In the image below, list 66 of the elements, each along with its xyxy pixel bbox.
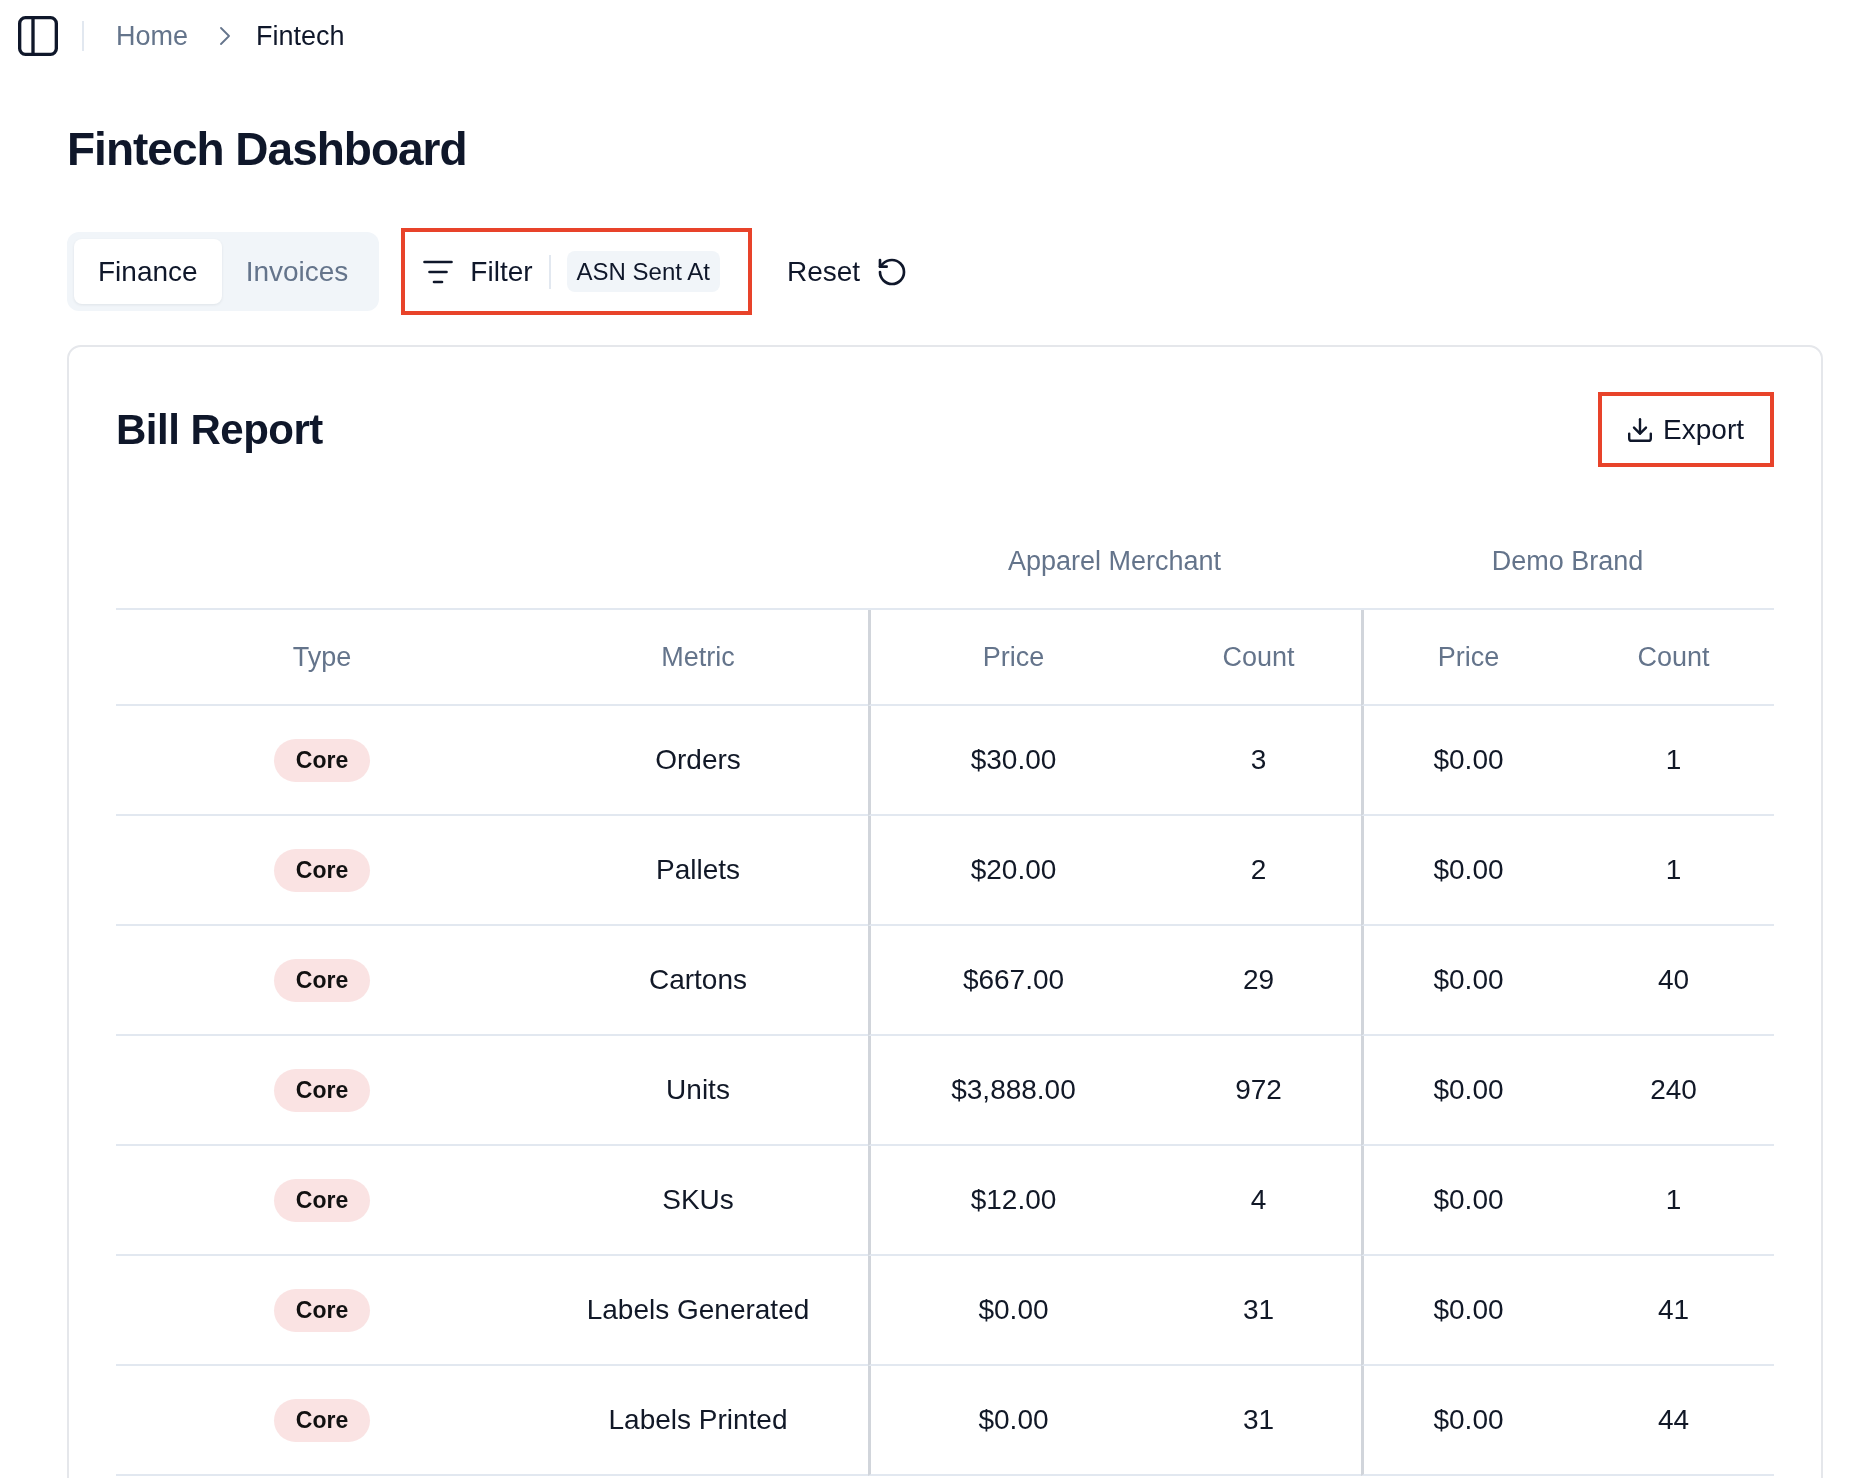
sidebar-toggle-button[interactable] [18, 16, 58, 56]
filter-button[interactable]: Filter [423, 255, 533, 288]
cell-value: $0.00 [978, 1404, 1049, 1436]
cell-value: 972 [1235, 1074, 1282, 1106]
cell-value: $667.00 [962, 964, 1065, 996]
type-badge: Core [273, 1398, 371, 1442]
column-header: Count [1222, 641, 1295, 673]
metric-name: Pallets [655, 854, 740, 886]
type-badge: Core [273, 738, 371, 782]
type-badge: Core [273, 958, 371, 1002]
breadcrumb-link[interactable]: Home [116, 19, 189, 53]
reset-icon [878, 257, 907, 286]
cell-value: $0.00 [1433, 1404, 1504, 1436]
cell-value: 29 [1242, 964, 1275, 996]
column-header: Price [982, 641, 1045, 673]
column-group-header: Demo Brand [1491, 546, 1644, 577]
column-header: Type [292, 641, 352, 673]
cell-value: $3,888.00 [951, 1074, 1076, 1106]
cell-value: 40 [1657, 964, 1690, 996]
reset-button[interactable]: Reset [787, 255, 907, 288]
metric-name: Units [666, 1074, 730, 1106]
cell-value: $0.00 [1433, 964, 1504, 996]
cell-value: $20.00 [970, 854, 1057, 886]
cell-value: 1 [1665, 744, 1682, 776]
metric-name: Cartons [648, 964, 747, 996]
cell-value: 44 [1657, 1404, 1690, 1436]
cell-value: 2 [1250, 854, 1267, 886]
cell-value: $0.00 [1433, 1074, 1504, 1106]
metric-name: Labels Printed [608, 1404, 788, 1436]
cell-value: 3 [1250, 744, 1267, 776]
cell-value: 240 [1650, 1074, 1697, 1106]
cell-value: $0.00 [978, 1294, 1049, 1326]
column-header: Count [1637, 641, 1710, 673]
page-title: Fintech Dashboard [67, 122, 468, 177]
type-badge: Core [273, 848, 371, 892]
cell-value: $0.00 [1433, 744, 1504, 776]
type-badge: Core [273, 1068, 371, 1112]
cell-value: 31 [1242, 1294, 1275, 1326]
sidebar-icon [18, 16, 58, 56]
cell-value: 4 [1250, 1184, 1267, 1216]
metric-name: Labels Generated [586, 1294, 810, 1326]
cell-value: 1 [1665, 854, 1682, 886]
export-button[interactable]: Export [1598, 392, 1774, 467]
type-badge: Core [273, 1288, 371, 1332]
filter-chip[interactable]: ASN Sent At [566, 251, 720, 292]
cell-value: $12.00 [970, 1184, 1057, 1216]
filter-icon [423, 259, 454, 284]
cell-value: $30.00 [970, 744, 1057, 776]
column-group-header: Apparel Merchant [1007, 546, 1222, 577]
cell-value: $0.00 [1433, 1184, 1504, 1216]
report-title: Bill Report [116, 405, 323, 454]
tab[interactable]: Invoices [221, 239, 373, 304]
metric-name: SKUs [662, 1184, 734, 1216]
metric-name: Orders [655, 744, 741, 776]
cell-value: $0.00 [1433, 1294, 1504, 1326]
column-header: Metric [661, 641, 735, 673]
cell-value: $0.00 [1433, 854, 1504, 886]
cell-value: 41 [1657, 1294, 1690, 1326]
breadcrumb-current: Fintech [256, 20, 345, 53]
download-icon [1628, 417, 1653, 442]
tab[interactable]: Finance [74, 239, 222, 304]
type-badge: Core [273, 1178, 371, 1222]
cell-value: 1 [1665, 1184, 1682, 1216]
chevron-right-icon [220, 27, 231, 45]
column-header: Price [1437, 641, 1500, 673]
cell-value: 31 [1242, 1404, 1275, 1436]
